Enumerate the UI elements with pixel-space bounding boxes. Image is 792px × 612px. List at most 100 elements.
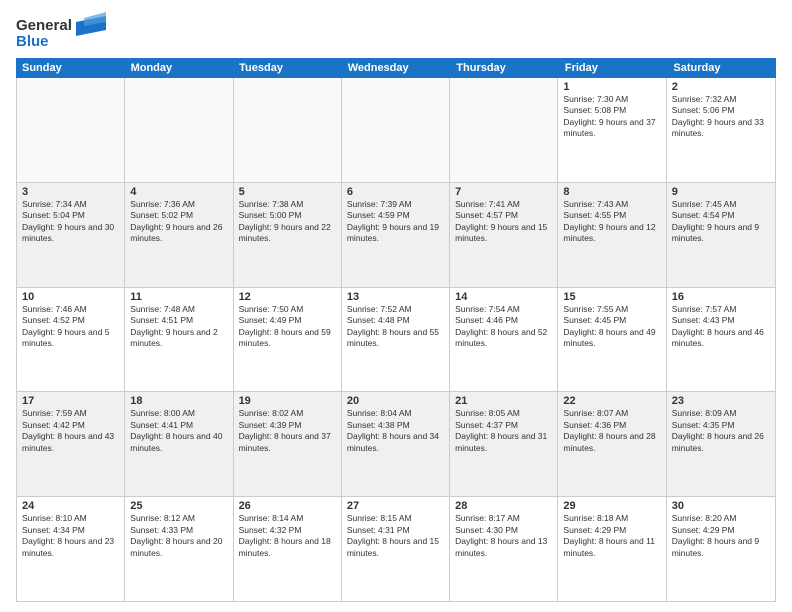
calendar-cell: 2Sunrise: 7:32 AM Sunset: 5:06 PM Daylig… [667, 78, 775, 182]
calendar-cell: 3Sunrise: 7:34 AM Sunset: 5:04 PM Daylig… [17, 183, 125, 287]
day-number: 23 [672, 395, 770, 407]
weekday-header: Tuesday [233, 58, 342, 78]
day-info: Sunrise: 8:00 AM Sunset: 4:41 PM Dayligh… [130, 408, 227, 454]
day-number: 2 [672, 81, 770, 93]
day-info: Sunrise: 8:20 AM Sunset: 4:29 PM Dayligh… [672, 513, 770, 559]
day-number: 27 [347, 500, 444, 512]
weekday-header: Thursday [450, 58, 559, 78]
day-number: 24 [22, 500, 119, 512]
svg-text:Blue: Blue [16, 33, 49, 50]
day-info: Sunrise: 7:30 AM Sunset: 5:08 PM Dayligh… [563, 94, 660, 140]
day-number: 14 [455, 291, 552, 303]
day-info: Sunrise: 8:07 AM Sunset: 4:36 PM Dayligh… [563, 408, 660, 454]
calendar-grid: 1Sunrise: 7:30 AM Sunset: 5:08 PM Daylig… [16, 78, 776, 602]
day-number: 10 [22, 291, 119, 303]
day-info: Sunrise: 7:38 AM Sunset: 5:00 PM Dayligh… [239, 199, 336, 245]
logo-svg: General Blue [16, 12, 106, 52]
header: General Blue [16, 12, 776, 52]
weekday-header: Sunday [16, 58, 125, 78]
day-number: 7 [455, 186, 552, 198]
day-number: 28 [455, 500, 552, 512]
day-info: Sunrise: 8:15 AM Sunset: 4:31 PM Dayligh… [347, 513, 444, 559]
day-number: 6 [347, 186, 444, 198]
day-info: Sunrise: 7:36 AM Sunset: 5:02 PM Dayligh… [130, 199, 227, 245]
calendar-row: 17Sunrise: 7:59 AM Sunset: 4:42 PM Dayli… [17, 392, 775, 497]
day-info: Sunrise: 8:10 AM Sunset: 4:34 PM Dayligh… [22, 513, 119, 559]
day-number: 22 [563, 395, 660, 407]
day-number: 9 [672, 186, 770, 198]
day-info: Sunrise: 7:52 AM Sunset: 4:48 PM Dayligh… [347, 304, 444, 350]
calendar-cell: 17Sunrise: 7:59 AM Sunset: 4:42 PM Dayli… [17, 392, 125, 496]
calendar-row: 3Sunrise: 7:34 AM Sunset: 5:04 PM Daylig… [17, 183, 775, 288]
day-number: 11 [130, 291, 227, 303]
calendar-cell [125, 78, 233, 182]
calendar-cell: 1Sunrise: 7:30 AM Sunset: 5:08 PM Daylig… [558, 78, 666, 182]
day-info: Sunrise: 7:39 AM Sunset: 4:59 PM Dayligh… [347, 199, 444, 245]
day-number: 13 [347, 291, 444, 303]
weekday-header: Saturday [667, 58, 776, 78]
day-number: 3 [22, 186, 119, 198]
day-info: Sunrise: 8:04 AM Sunset: 4:38 PM Dayligh… [347, 408, 444, 454]
calendar-cell: 8Sunrise: 7:43 AM Sunset: 4:55 PM Daylig… [558, 183, 666, 287]
weekday-header: Friday [559, 58, 668, 78]
day-number: 30 [672, 500, 770, 512]
day-info: Sunrise: 7:55 AM Sunset: 4:45 PM Dayligh… [563, 304, 660, 350]
day-info: Sunrise: 7:34 AM Sunset: 5:04 PM Dayligh… [22, 199, 119, 245]
calendar-row: 24Sunrise: 8:10 AM Sunset: 4:34 PM Dayli… [17, 497, 775, 601]
day-number: 19 [239, 395, 336, 407]
day-info: Sunrise: 7:48 AM Sunset: 4:51 PM Dayligh… [130, 304, 227, 350]
day-info: Sunrise: 7:50 AM Sunset: 4:49 PM Dayligh… [239, 304, 336, 350]
svg-text:General: General [16, 17, 72, 34]
calendar-cell: 5Sunrise: 7:38 AM Sunset: 5:00 PM Daylig… [234, 183, 342, 287]
day-info: Sunrise: 8:05 AM Sunset: 4:37 PM Dayligh… [455, 408, 552, 454]
day-info: Sunrise: 8:14 AM Sunset: 4:32 PM Dayligh… [239, 513, 336, 559]
calendar-cell: 6Sunrise: 7:39 AM Sunset: 4:59 PM Daylig… [342, 183, 450, 287]
day-info: Sunrise: 7:59 AM Sunset: 4:42 PM Dayligh… [22, 408, 119, 454]
day-info: Sunrise: 7:43 AM Sunset: 4:55 PM Dayligh… [563, 199, 660, 245]
calendar-cell [342, 78, 450, 182]
day-number: 1 [563, 81, 660, 93]
calendar-cell: 23Sunrise: 8:09 AM Sunset: 4:35 PM Dayli… [667, 392, 775, 496]
day-number: 29 [563, 500, 660, 512]
calendar-row: 10Sunrise: 7:46 AM Sunset: 4:52 PM Dayli… [17, 288, 775, 393]
day-number: 4 [130, 186, 227, 198]
calendar-cell: 12Sunrise: 7:50 AM Sunset: 4:49 PM Dayli… [234, 288, 342, 392]
day-info: Sunrise: 7:41 AM Sunset: 4:57 PM Dayligh… [455, 199, 552, 245]
day-info: Sunrise: 7:54 AM Sunset: 4:46 PM Dayligh… [455, 304, 552, 350]
calendar-cell: 10Sunrise: 7:46 AM Sunset: 4:52 PM Dayli… [17, 288, 125, 392]
calendar-cell: 13Sunrise: 7:52 AM Sunset: 4:48 PM Dayli… [342, 288, 450, 392]
calendar-cell [450, 78, 558, 182]
calendar-cell: 4Sunrise: 7:36 AM Sunset: 5:02 PM Daylig… [125, 183, 233, 287]
calendar-cell: 15Sunrise: 7:55 AM Sunset: 4:45 PM Dayli… [558, 288, 666, 392]
calendar-cell: 28Sunrise: 8:17 AM Sunset: 4:30 PM Dayli… [450, 497, 558, 601]
calendar-cell: 11Sunrise: 7:48 AM Sunset: 4:51 PM Dayli… [125, 288, 233, 392]
day-number: 20 [347, 395, 444, 407]
calendar-cell: 29Sunrise: 8:18 AM Sunset: 4:29 PM Dayli… [558, 497, 666, 601]
calendar-cell: 27Sunrise: 8:15 AM Sunset: 4:31 PM Dayli… [342, 497, 450, 601]
day-number: 15 [563, 291, 660, 303]
weekday-header: Monday [125, 58, 234, 78]
calendar: SundayMondayTuesdayWednesdayThursdayFrid… [16, 58, 776, 602]
day-number: 18 [130, 395, 227, 407]
day-info: Sunrise: 8:17 AM Sunset: 4:30 PM Dayligh… [455, 513, 552, 559]
calendar-cell: 19Sunrise: 8:02 AM Sunset: 4:39 PM Dayli… [234, 392, 342, 496]
day-info: Sunrise: 7:45 AM Sunset: 4:54 PM Dayligh… [672, 199, 770, 245]
page: General Blue SundayMondayTuesdayWednesda… [0, 0, 792, 612]
day-info: Sunrise: 8:18 AM Sunset: 4:29 PM Dayligh… [563, 513, 660, 559]
calendar-cell: 20Sunrise: 8:04 AM Sunset: 4:38 PM Dayli… [342, 392, 450, 496]
calendar-cell: 7Sunrise: 7:41 AM Sunset: 4:57 PM Daylig… [450, 183, 558, 287]
day-number: 17 [22, 395, 119, 407]
day-number: 25 [130, 500, 227, 512]
calendar-cell: 9Sunrise: 7:45 AM Sunset: 4:54 PM Daylig… [667, 183, 775, 287]
calendar-cell: 22Sunrise: 8:07 AM Sunset: 4:36 PM Dayli… [558, 392, 666, 496]
calendar-header: SundayMondayTuesdayWednesdayThursdayFrid… [16, 58, 776, 78]
day-number: 26 [239, 500, 336, 512]
calendar-cell: 16Sunrise: 7:57 AM Sunset: 4:43 PM Dayli… [667, 288, 775, 392]
calendar-cell: 30Sunrise: 8:20 AM Sunset: 4:29 PM Dayli… [667, 497, 775, 601]
day-number: 21 [455, 395, 552, 407]
calendar-cell: 14Sunrise: 7:54 AM Sunset: 4:46 PM Dayli… [450, 288, 558, 392]
day-number: 16 [672, 291, 770, 303]
day-number: 5 [239, 186, 336, 198]
day-info: Sunrise: 8:02 AM Sunset: 4:39 PM Dayligh… [239, 408, 336, 454]
weekday-header: Wednesday [342, 58, 451, 78]
